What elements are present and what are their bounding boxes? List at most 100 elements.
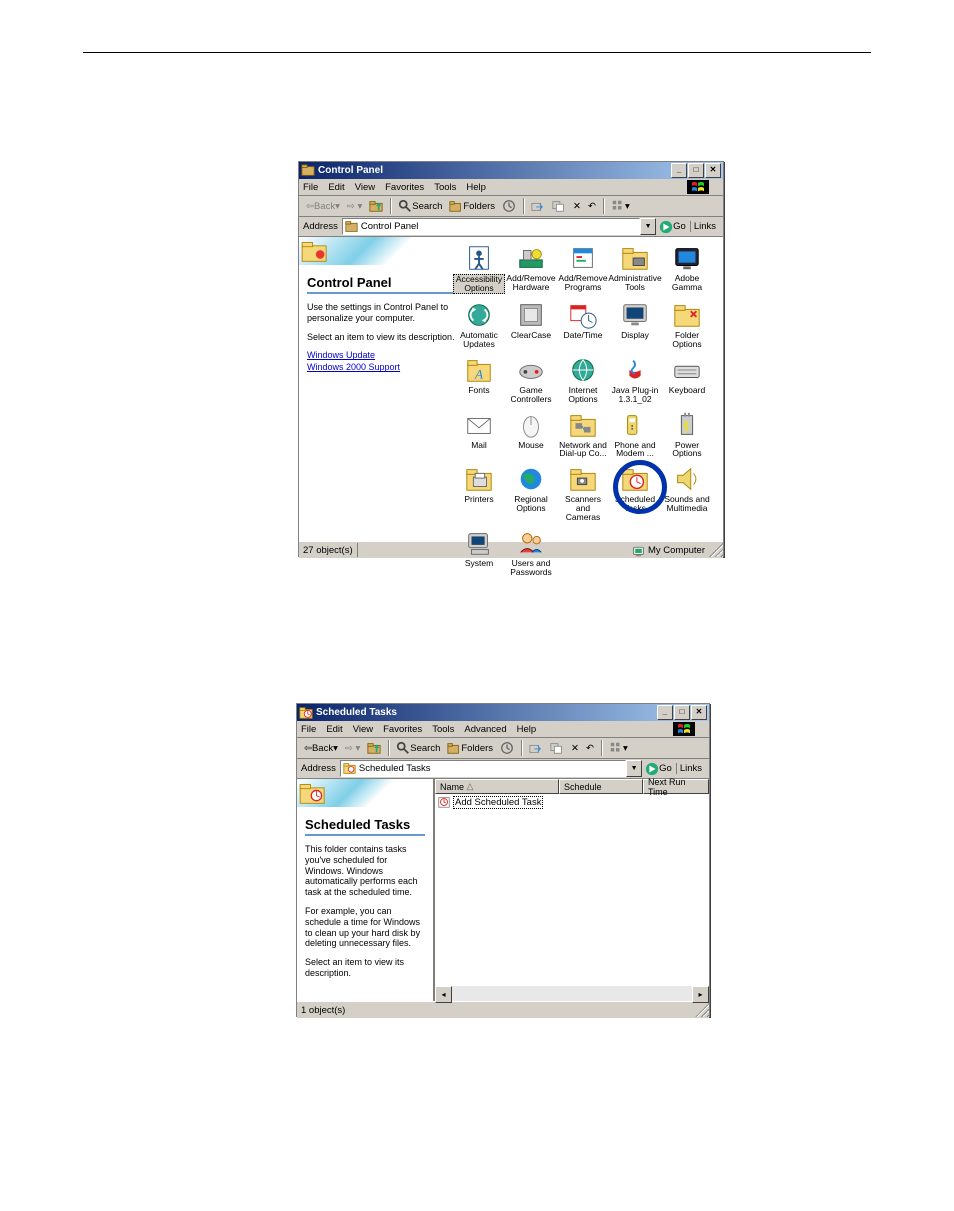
- control-panel-item[interactable]: Sounds and Multimedia: [661, 464, 713, 522]
- copyto-button[interactable]: [549, 198, 569, 214]
- menu-tools[interactable]: Tools: [434, 182, 456, 193]
- delete-button[interactable]: ✕: [570, 200, 584, 213]
- history-button[interactable]: [497, 740, 517, 756]
- menu-help[interactable]: Help: [517, 724, 537, 735]
- go-button[interactable]: Go: [645, 762, 672, 776]
- control-panel-item[interactable]: Mail: [453, 410, 505, 459]
- display-icon: [620, 300, 650, 330]
- menu-file[interactable]: File: [303, 182, 318, 193]
- accessibility-options-icon: [464, 243, 494, 273]
- delete-button[interactable]: ✕: [568, 742, 582, 755]
- scroll-right-button[interactable]: ▸: [692, 986, 709, 1003]
- links-button[interactable]: Links: [676, 763, 705, 774]
- history-button[interactable]: [499, 198, 519, 214]
- folders-button[interactable]: Folders: [444, 740, 496, 756]
- control-panel-item[interactable]: Add/Remove Hardware: [505, 243, 557, 294]
- menu-favorites[interactable]: Favorites: [383, 724, 422, 735]
- control-panel-item[interactable]: Adobe Gamma: [661, 243, 713, 294]
- views-button[interactable]: ▾: [606, 740, 631, 756]
- column-header-next-run[interactable]: Next Run Time: [643, 779, 709, 794]
- copyto-button[interactable]: [547, 740, 567, 756]
- back-button[interactable]: ⇦ Back ▾: [303, 200, 343, 213]
- menu-tools[interactable]: Tools: [432, 724, 454, 735]
- control-panel-item[interactable]: Accessibility Options: [453, 243, 505, 294]
- sidebar-link-windows-update[interactable]: Windows Update: [307, 350, 455, 360]
- control-panel-item[interactable]: Phone and Modem ...: [609, 410, 661, 459]
- folders-button[interactable]: Folders: [446, 198, 498, 214]
- sidebar-link-win2000-support[interactable]: Windows 2000 Support: [307, 362, 455, 372]
- menu-advanced[interactable]: Advanced: [464, 724, 506, 735]
- control-panel-item[interactable]: ClearCase: [505, 300, 557, 349]
- control-panel-item[interactable]: Java Plug-in 1.3.1_02: [609, 355, 661, 404]
- control-panel-item-label: Add/Remove Hardware: [505, 274, 557, 292]
- menu-view[interactable]: View: [353, 724, 373, 735]
- maximize-button[interactable]: □: [688, 163, 704, 178]
- control-panel-item-label: Regional Options: [505, 495, 557, 513]
- search-button[interactable]: Search: [395, 198, 445, 214]
- control-panel-item[interactable]: Power Options: [661, 410, 713, 459]
- control-panel-item[interactable]: Internet Options: [557, 355, 609, 404]
- maximize-button[interactable]: □: [674, 705, 690, 720]
- address-dropdown-button[interactable]: ▼: [640, 218, 656, 235]
- links-button[interactable]: Links: [690, 221, 719, 232]
- control-panel-item[interactable]: Folder Options: [661, 300, 713, 349]
- sidebar-para-3: Select an item to view its description.: [305, 957, 425, 979]
- control-panel-item[interactable]: Printers: [453, 464, 505, 522]
- menu-file[interactable]: File: [301, 724, 316, 735]
- mouse-icon: [516, 410, 546, 440]
- up-button[interactable]: [364, 740, 384, 756]
- moveto-button[interactable]: [526, 740, 546, 756]
- control-panel-item[interactable]: Add/Remove Programs: [557, 243, 609, 294]
- menu-help[interactable]: Help: [466, 182, 486, 193]
- control-panel-item[interactable]: Game Controllers: [505, 355, 557, 404]
- address-field[interactable]: Scheduled Tasks: [340, 760, 626, 777]
- resize-grip[interactable]: [695, 1003, 709, 1017]
- menu-edit[interactable]: Edit: [326, 724, 342, 735]
- control-panel-item[interactable]: Scanners and Cameras: [557, 464, 609, 522]
- control-panel-item[interactable]: Users and Passwords: [505, 528, 557, 577]
- control-panel-item[interactable]: Date/Time: [557, 300, 609, 349]
- column-header-schedule[interactable]: Schedule: [559, 779, 643, 794]
- horizontal-scrollbar[interactable]: ◂ ▸: [435, 986, 709, 1001]
- minimize-button[interactable]: _: [657, 705, 673, 720]
- internet-options-icon: [568, 355, 598, 385]
- add-remove-hardware-icon: [516, 243, 546, 273]
- back-button[interactable]: ⇦ Back ▾: [301, 742, 341, 755]
- control-panel-item[interactable]: Scheduled Tasks: [609, 464, 661, 522]
- icon-grid: Accessibility OptionsAdd/Remove Hardware…: [453, 243, 719, 577]
- control-panel-item[interactable]: Regional Options: [505, 464, 557, 522]
- control-panel-item-label: Network and Dial-up Co...: [557, 441, 609, 459]
- close-button[interactable]: ✕: [691, 705, 707, 720]
- menu-edit[interactable]: Edit: [328, 182, 344, 193]
- column-header-name[interactable]: Name △: [435, 779, 559, 794]
- go-button[interactable]: Go: [659, 220, 686, 234]
- undo-button[interactable]: ↶: [583, 742, 597, 755]
- forward-button[interactable]: ⇨ ▾: [342, 742, 363, 755]
- control-panel-item[interactable]: AFonts: [453, 355, 505, 404]
- menu-favorites[interactable]: Favorites: [385, 182, 424, 193]
- automatic-updates-icon: [464, 300, 494, 330]
- scroll-left-button[interactable]: ◂: [435, 986, 452, 1003]
- control-panel-item[interactable]: Mouse: [505, 410, 557, 459]
- phone-and-modem-icon: [620, 410, 650, 440]
- address-dropdown-button[interactable]: ▼: [626, 760, 642, 777]
- minimize-button[interactable]: _: [671, 163, 687, 178]
- undo-button[interactable]: ↶: [585, 200, 599, 213]
- address-field[interactable]: Control Panel: [342, 218, 640, 235]
- search-button[interactable]: Search: [393, 740, 443, 756]
- control-panel-item[interactable]: System: [453, 528, 505, 577]
- control-panel-item[interactable]: Display: [609, 300, 661, 349]
- up-button[interactable]: [366, 198, 386, 214]
- menu-view[interactable]: View: [355, 182, 375, 193]
- control-panel-item[interactable]: Automatic Updates: [453, 300, 505, 349]
- sidebar-desc-1: Use the settings in Control Panel to per…: [307, 302, 455, 324]
- forward-button[interactable]: ⇨ ▾: [344, 200, 365, 213]
- views-button[interactable]: ▾: [608, 198, 633, 214]
- sounds-and-multimedia-icon: [672, 464, 702, 494]
- mail-icon: [464, 410, 494, 440]
- control-panel-item[interactable]: Network and Dial-up Co...: [557, 410, 609, 459]
- control-panel-item[interactable]: Keyboard: [661, 355, 713, 404]
- moveto-button[interactable]: [528, 198, 548, 214]
- close-button[interactable]: ✕: [705, 163, 721, 178]
- control-panel-item[interactable]: Administrative Tools: [609, 243, 661, 294]
